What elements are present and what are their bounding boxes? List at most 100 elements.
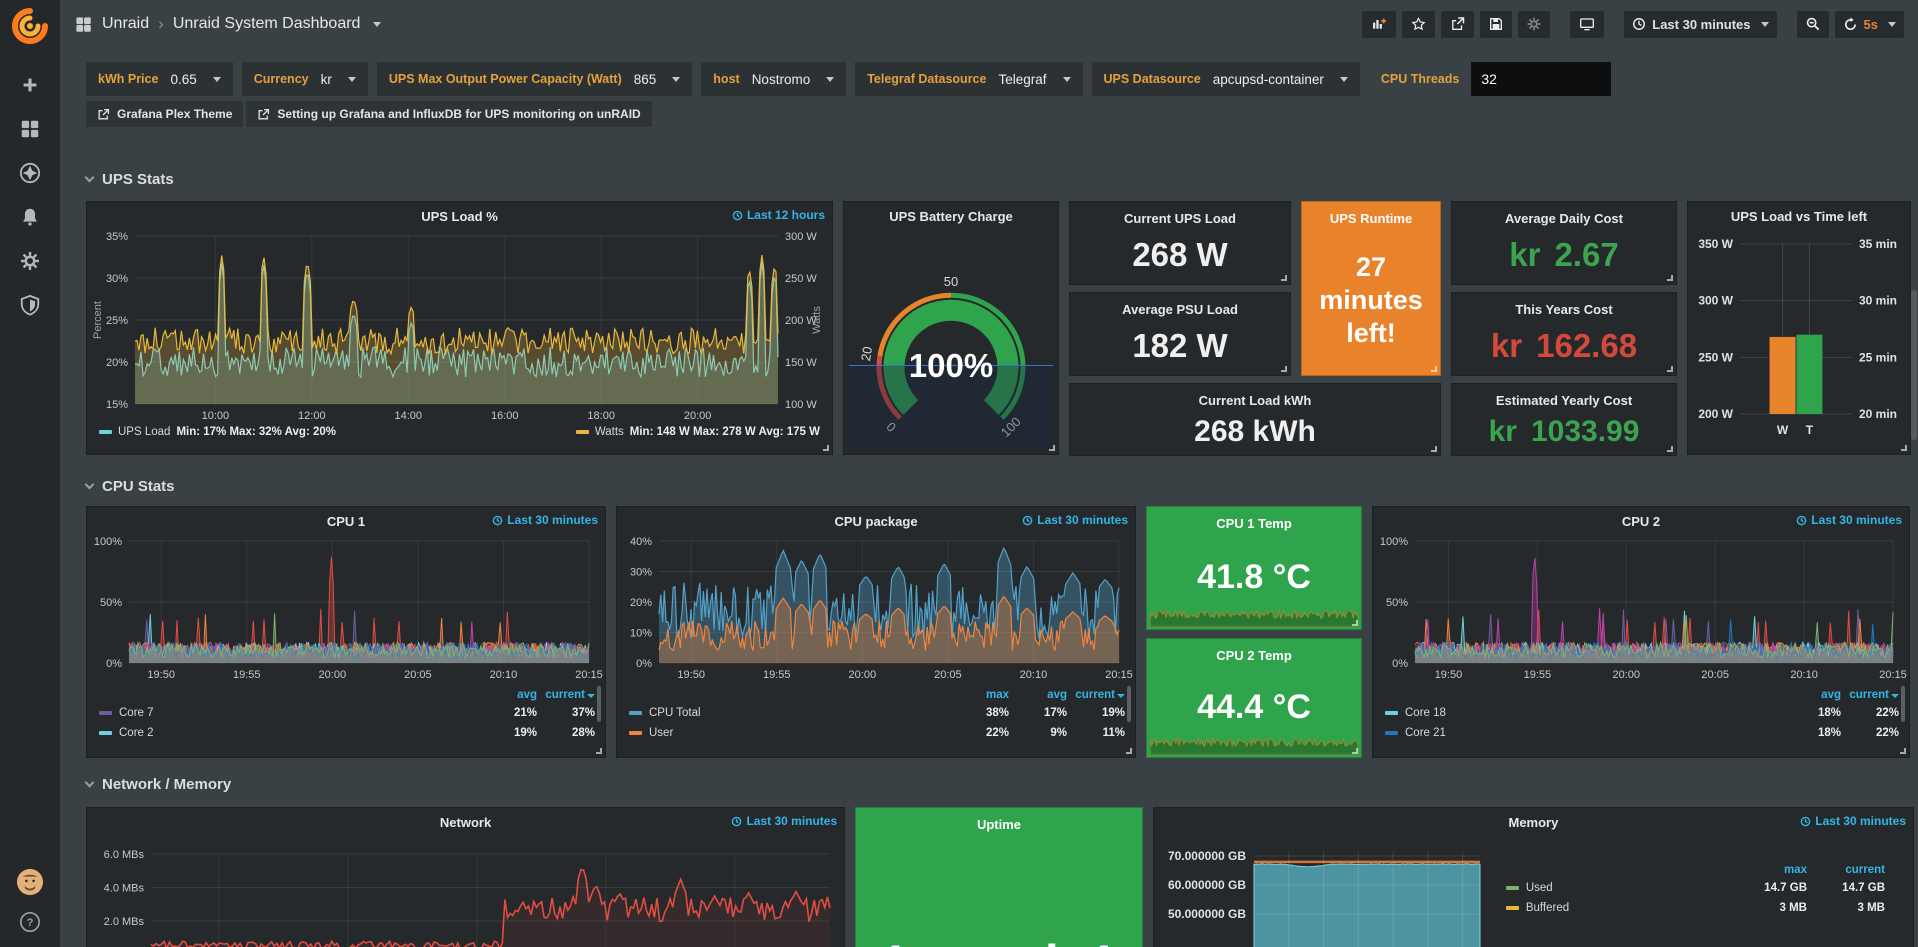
panel-time-range[interactable]: Last 30 minutes <box>731 814 837 828</box>
variable-telegraf-datasource[interactable]: Telegraf DatasourceTelegraf <box>855 62 1082 96</box>
resize-handle[interactable] <box>1049 445 1055 451</box>
chevron-down-icon <box>1761 22 1769 27</box>
panel-time-range[interactable]: Last 30 minutes <box>492 513 598 527</box>
save-button[interactable] <box>1480 11 1512 38</box>
panel-cpu-package: CPU package Last 30 minutes 40%30%20%10%… <box>616 506 1136 758</box>
memory-chart[interactable]: 70.000000 GB60.000000 GB50.000000 GB <box>1154 834 1484 947</box>
series-marker <box>99 430 112 434</box>
sort-caret-icon <box>1117 694 1125 698</box>
panel-title[interactable]: Memory <box>1154 808 1913 834</box>
resize-handle[interactable] <box>1352 620 1358 626</box>
user-avatar[interactable] <box>17 869 43 895</box>
resize-handle[interactable] <box>1667 366 1673 372</box>
chevron-down-icon <box>213 77 221 82</box>
breadcrumb-separator: › <box>158 14 164 34</box>
link-grafana-plex-theme[interactable]: Grafana Plex Theme <box>86 101 243 127</box>
dashboards-icon[interactable] <box>19 118 41 140</box>
legend-scrollbar[interactable] <box>1901 686 1905 722</box>
clock-icon <box>1632 17 1646 31</box>
svg-text:0%: 0% <box>636 658 652 670</box>
svg-text:Percent: Percent <box>92 301 104 339</box>
configuration-gear-icon[interactable] <box>19 250 41 272</box>
section-network-memory[interactable]: Network / Memory <box>86 776 1914 793</box>
explore-compass-icon[interactable] <box>19 162 41 184</box>
panel-current-load-kwh: Current Load kWh 268 kWh <box>1069 383 1441 456</box>
stat-value: 268 kWh <box>1194 408 1316 455</box>
variable-ups-max-power[interactable]: UPS Max Output Power Capacity (Watt)865 <box>377 62 692 96</box>
chevron-down-icon[interactable] <box>373 22 381 27</box>
help-icon[interactable]: ? <box>19 911 41 933</box>
section-cpu-stats[interactable]: CPU Stats <box>86 478 1914 495</box>
variable-currency[interactable]: Currencykr <box>242 62 368 96</box>
variable-ups-datasource[interactable]: UPS Datasourceapcupsd-container <box>1092 62 1360 96</box>
ups-load-chart[interactable]: 35%300 W30%250 W25%200 W20%150 W15%100 W… <box>89 228 830 424</box>
sidebar: ? <box>0 0 60 947</box>
panel-memory: Memory Last 30 minutes 70.000000 GB60.00… <box>1153 807 1914 947</box>
svg-text:20:10: 20:10 <box>1790 669 1818 681</box>
tv-mode-button[interactable] <box>1570 11 1604 38</box>
dashboard-grid-icon[interactable] <box>74 15 93 34</box>
variable-host[interactable]: hostNostromo <box>701 62 846 96</box>
zoom-out-button[interactable] <box>1797 11 1829 38</box>
panel-time-range[interactable]: Last 12 hours <box>732 208 825 222</box>
resize-handle[interactable] <box>1281 366 1287 372</box>
page-scrollbar[interactable] <box>1911 290 1917 440</box>
add-icon[interactable] <box>19 74 41 96</box>
legend-series-watts[interactable]: WattsMin: 148 W Max: 278 W Avg: 175 W <box>576 426 820 438</box>
ups-vs-time-chart[interactable]: 350 W35 min300 W30 min250 W25 min200 W20… <box>1688 228 1910 450</box>
svg-text:19:55: 19:55 <box>763 669 791 681</box>
resize-handle[interactable] <box>1667 275 1673 281</box>
settings-gear-button[interactable] <box>1518 11 1550 38</box>
resize-handle[interactable] <box>1431 446 1437 452</box>
alerting-bell-icon[interactable] <box>19 206 41 228</box>
panel-time-range[interactable]: Last 30 minutes <box>1800 814 1906 828</box>
panel-title[interactable]: UPS Load vs Time left <box>1688 202 1910 228</box>
chevron-down-icon <box>1063 77 1071 82</box>
resize-handle[interactable] <box>823 445 829 451</box>
resize-handle[interactable] <box>596 748 602 754</box>
resize-handle[interactable] <box>1126 748 1132 754</box>
panel-ups-load-vs-time-left: UPS Load vs Time left 350 W35 min300 W30… <box>1687 201 1911 455</box>
legend-scrollbar[interactable] <box>1127 686 1131 722</box>
cpu2-chart[interactable]: 100%50%0%19:5019:5520:0020:0520:1020:15 <box>1375 533 1907 683</box>
breadcrumb-group[interactable]: Unraid <box>102 15 149 33</box>
share-button[interactable] <box>1441 11 1474 38</box>
panel-time-range[interactable]: Last 30 minutes <box>1022 513 1128 527</box>
panel-title[interactable]: UPS Battery Charge <box>844 202 1058 228</box>
series-marker <box>99 731 112 735</box>
admin-shield-icon[interactable] <box>19 294 41 316</box>
variable-kwh-price[interactable]: kWh Price0.65 <box>86 62 233 96</box>
svg-text:100%: 100% <box>94 536 122 548</box>
time-range-picker[interactable]: Last 30 minutes <box>1624 11 1776 38</box>
cpu-package-chart[interactable]: 40%30%20%10%0%19:5019:5520:0020:0520:102… <box>619 533 1133 683</box>
network-chart[interactable]: 6.0 MBs4.0 MBs2.0 MBs <box>87 834 844 947</box>
legend-series-ups-load[interactable]: UPS LoadMin: 17% Max: 32% Avg: 20% <box>99 426 336 438</box>
clock-icon <box>731 816 742 827</box>
svg-text:30%: 30% <box>630 567 652 579</box>
chevron-down-icon <box>348 77 356 82</box>
resize-handle[interactable] <box>1352 748 1358 754</box>
add-panel-button[interactable] <box>1362 11 1396 38</box>
panel-time-range[interactable]: Last 30 minutes <box>1796 513 1902 527</box>
svg-text:0%: 0% <box>106 658 122 670</box>
grafana-logo[interactable] <box>10 6 50 46</box>
refresh-picker[interactable]: 5s <box>1835 11 1904 38</box>
section-ups-stats[interactable]: UPS Stats <box>86 171 1914 188</box>
resize-handle[interactable] <box>1901 445 1907 451</box>
star-button[interactable] <box>1402 11 1435 38</box>
resize-handle[interactable] <box>1667 446 1673 452</box>
chevron-down-icon <box>672 77 680 82</box>
dashboard-title[interactable]: Unraid System Dashboard <box>173 15 361 33</box>
panel-title[interactable]: UPS Load % <box>87 202 832 228</box>
panel-estimated-yearly-cost: Estimated Yearly Cost kr1033.99 <box>1451 383 1677 456</box>
svg-text:19:55: 19:55 <box>1524 669 1552 681</box>
cpu1-chart[interactable]: 100%50%0%19:5019:5520:0020:0520:1020:15 <box>89 533 603 683</box>
svg-text:2.0 MBs: 2.0 MBs <box>104 916 145 928</box>
cpu-threads-input[interactable] <box>1471 62 1611 96</box>
resize-handle[interactable] <box>1431 366 1437 372</box>
svg-text:10:00: 10:00 <box>202 410 230 422</box>
link-ups-monitoring-guide[interactable]: Setting up Grafana and InfluxDB for UPS … <box>246 101 651 127</box>
legend-scrollbar[interactable] <box>597 686 601 722</box>
resize-handle[interactable] <box>1900 748 1906 754</box>
resize-handle[interactable] <box>1281 275 1287 281</box>
